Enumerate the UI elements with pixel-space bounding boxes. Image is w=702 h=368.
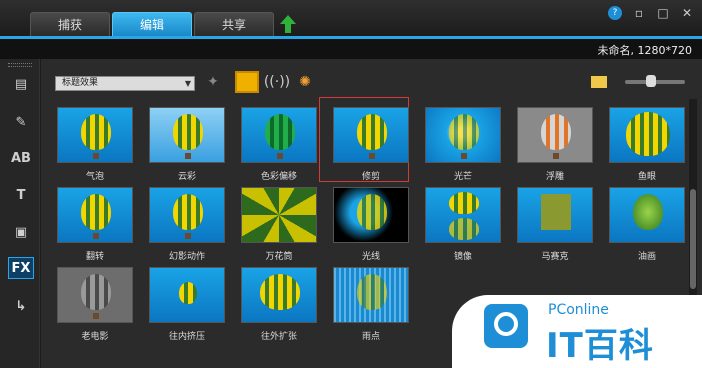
effect-thumbnail[interactable] [425,107,501,163]
close-icon[interactable]: ✕ [680,6,694,20]
effect-thumbnail[interactable] [333,187,409,243]
title-icon[interactable]: T [8,184,34,206]
effect-thumbnail[interactable] [333,267,409,323]
tab-capture[interactable]: 捕获 [30,12,110,36]
effect-label: 气泡 [85,172,104,182]
upload-arrow-icon[interactable] [280,15,296,33]
effect-label: 雨点 [361,332,380,342]
effect-label: 往外扩张 [260,332,297,342]
effect-thumbnail[interactable] [149,187,225,243]
transition-icon[interactable]: AB [8,147,34,169]
effect-item[interactable]: 幻影动作 [143,187,231,262]
effect-item[interactable]: 色彩偏移 [235,107,323,182]
effect-label: 油画 [637,252,656,262]
effect-item[interactable]: 油画 [603,187,691,262]
watermark-small-text: PConline [548,302,609,318]
effect-item[interactable]: 老电影 [51,267,139,342]
help-icon[interactable]: ? [608,6,622,20]
fx-icon[interactable]: FX [8,257,34,279]
path-icon[interactable]: ↳ [8,295,34,317]
effect-item[interactable]: 修剪 [327,107,415,182]
media-icon[interactable]: ▤ [8,73,34,95]
effect-thumbnail[interactable] [517,187,593,243]
effect-thumbnail[interactable] [149,107,225,163]
effect-label: 往内挤压 [168,332,205,342]
effect-label: 鱼眼 [637,172,656,182]
effect-item[interactable]: 光线 [327,187,415,262]
project-bar: 未命名, 1280*720 [0,39,702,59]
effect-item[interactable]: 气泡 [51,107,139,182]
view-toggle-icon[interactable] [591,76,607,88]
category-select[interactable]: 标题效果 ▼ [55,76,195,91]
effect-item[interactable]: 云彩 [143,107,231,182]
effect-thumbnail[interactable] [241,267,317,323]
effect-item[interactable]: 雨点 [327,267,415,342]
effect-item[interactable]: 往外扩张 [235,267,323,342]
effect-item[interactable]: 马赛克 [511,187,599,262]
maximize-icon[interactable]: □ [656,6,670,20]
effect-thumbnail[interactable] [425,187,501,243]
effect-label: 浮雕 [545,172,564,182]
watermark-big-text: IT百科 [546,326,654,366]
effect-item[interactable]: 万花筒 [235,187,323,262]
effect-thumbnail[interactable] [57,267,133,323]
top-bar: 捕获 编辑 共享 ? ▫ □ ✕ [0,0,702,38]
left-toolbar: ▤ ✎ AB T ▣ FX ↳ [0,59,40,368]
effect-thumbnail[interactable] [57,187,133,243]
effect-item[interactable]: 镜像 [419,187,507,262]
instant-project-icon[interactable]: ✎ [8,111,34,133]
pconline-logo-ring [494,312,518,336]
effect-thumbnail[interactable] [57,107,133,163]
grip-handle[interactable] [8,63,32,67]
audio-filter-icon[interactable]: ((·)) [264,71,290,93]
effect-item[interactable]: 浮雕 [511,107,599,182]
effect-thumbnail[interactable] [517,107,593,163]
chevron-down-icon: ▼ [184,79,191,88]
tab-share[interactable]: 共享 [194,12,274,36]
effect-label: 色彩偏移 [260,172,297,182]
add-favorite-icon[interactable]: ✦ [201,71,225,93]
effect-thumbnail[interactable] [149,267,225,323]
effect-thumbnail[interactable] [241,107,317,163]
effect-item[interactable]: 鱼眼 [603,107,691,182]
video-filter-icon[interactable] [235,71,259,93]
effect-thumbnail[interactable] [241,187,317,243]
effect-thumbnail[interactable] [609,107,685,163]
graphic-icon[interactable]: ▣ [8,221,34,243]
effect-item[interactable]: 光芒 [419,107,507,182]
category-select-value: 标题效果 [62,78,99,88]
effect-label: 马赛克 [541,252,569,262]
effect-label: 翻转 [85,252,104,262]
minimize-icon[interactable]: ▫ [632,6,646,20]
scrollbar-thumb[interactable] [690,189,696,289]
project-title: 未命名, 1280*720 [597,44,692,57]
options-icon[interactable]: ✺ [293,71,317,93]
panel-toolbar: 标题效果 ▼ ✦ ((·)) ✺ [41,59,702,97]
effect-label: 云彩 [177,172,196,182]
slider-handle[interactable] [646,75,656,87]
effect-label: 修剪 [361,172,380,182]
effect-label: 万花筒 [265,252,293,262]
effect-label: 镜像 [453,252,472,262]
effect-label: 幻影动作 [168,252,205,262]
effect-label: 光芒 [453,172,472,182]
effect-thumbnail[interactable] [333,107,409,163]
effect-item[interactable]: 往内挤压 [143,267,231,342]
effect-thumbnail[interactable] [609,187,685,243]
tab-edit[interactable]: 编辑 [112,12,192,36]
effect-item[interactable]: 翻转 [51,187,139,262]
effect-label: 光线 [361,252,380,262]
effect-label: 老电影 [81,332,109,342]
